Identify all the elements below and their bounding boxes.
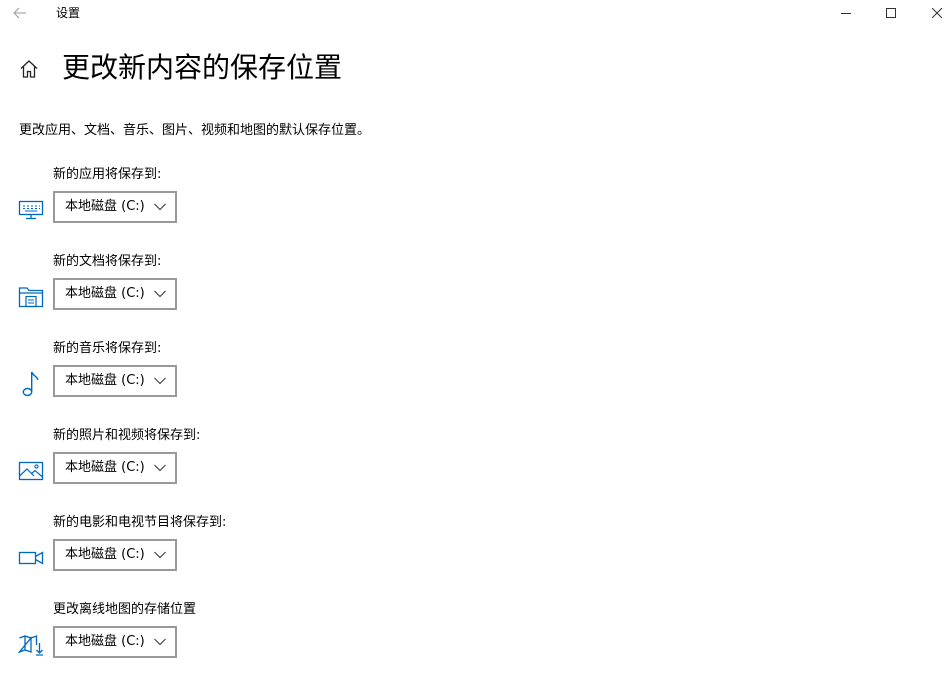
chevron-down-icon [153,636,167,648]
chevron-down-icon [153,201,167,213]
chevron-down-icon [153,462,167,474]
maximize-button[interactable] [868,0,914,26]
apps-monitor-icon [17,198,45,222]
title-bar: 设置 [0,0,952,26]
settings-window: 设置 更改新内容的保存位置 更改应用、文档、音乐、图片、视频和地图的默认保存位置… [0,0,952,676]
save-location-dropdown-music[interactable]: 本地磁盘 (C:) [53,365,177,397]
maximize-icon [886,8,896,18]
page-title: 更改新内容的保存位置 [62,51,343,84]
setting-documents: 新的文档将保存到: 本地磁盘 (C:) [0,253,400,333]
setting-label-maps: 更改离线地图的存储位置 [53,602,197,617]
setting-label-photos: 新的照片和视频将保存到: [53,428,201,443]
dropdown-value-maps: 本地磁盘 (C:) [65,634,145,649]
home-icon [20,60,38,78]
back-arrow-icon [13,7,26,19]
chevron-down-icon [153,288,167,300]
music-note-icon [17,371,45,397]
save-location-dropdown-photos[interactable]: 本地磁盘 (C:) [53,452,177,484]
setting-music: 新的音乐将保存到: 本地磁盘 (C:) [0,340,400,420]
minimize-button[interactable] [823,0,869,26]
dropdown-value-music: 本地磁盘 (C:) [65,373,145,388]
video-camera-icon [17,546,45,570]
setting-movies: 新的电影和电视节目将保存到: 本地磁盘 (C:) [0,514,400,594]
dropdown-value-photos: 本地磁盘 (C:) [65,460,145,475]
dropdown-value-documents: 本地磁盘 (C:) [65,286,145,301]
minimize-icon [841,13,851,14]
setting-offline-maps: 更改离线地图的存储位置 本地磁盘 (C:) [0,601,400,676]
chevron-down-icon [153,375,167,387]
close-icon [932,8,942,18]
close-button[interactable] [914,0,952,26]
setting-label-apps: 新的应用将保存到: [53,167,162,182]
dropdown-value-movies: 本地磁盘 (C:) [65,547,145,562]
setting-label-music: 新的音乐将保存到: [53,341,162,356]
setting-apps: 新的应用将保存到: 本地磁盘 (C:) [0,166,400,246]
chevron-down-icon [153,549,167,561]
app-title: 设置 [56,6,81,20]
save-location-dropdown-apps[interactable]: 本地磁盘 (C:) [53,191,177,223]
page-description: 更改应用、文档、音乐、图片、视频和地图的默认保存位置。 [19,123,371,138]
documents-folder-icon [17,285,45,309]
setting-label-documents: 新的文档将保存到: [53,254,162,269]
save-location-dropdown-documents[interactable]: 本地磁盘 (C:) [53,278,177,310]
save-location-dropdown-maps[interactable]: 本地磁盘 (C:) [53,626,177,658]
home-button[interactable] [17,57,41,81]
map-download-icon [17,633,45,657]
photo-icon [17,459,45,483]
save-location-dropdown-movies[interactable]: 本地磁盘 (C:) [53,539,177,571]
setting-label-movies: 新的电影和电视节目将保存到: [53,515,227,530]
dropdown-value-apps: 本地磁盘 (C:) [65,199,145,214]
setting-photos: 新的照片和视频将保存到: 本地磁盘 (C:) [0,427,400,507]
back-button[interactable] [0,0,40,26]
